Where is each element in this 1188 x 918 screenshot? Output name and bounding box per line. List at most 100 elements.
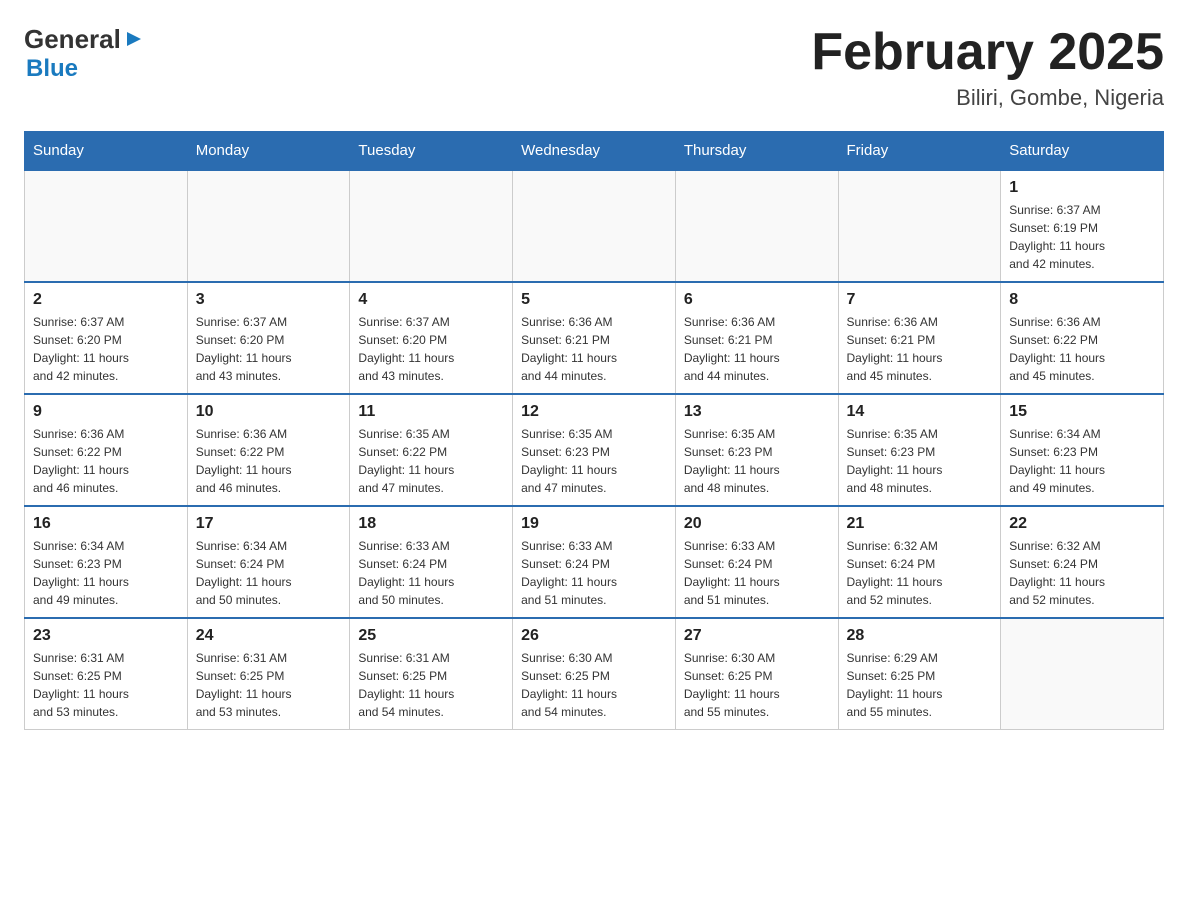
day-number: 12 [521,403,667,421]
header-monday: Monday [187,132,350,171]
day-info: Sunrise: 6:30 AMSunset: 6:25 PMDaylight:… [684,649,830,721]
day-info: Sunrise: 6:37 AMSunset: 6:20 PMDaylight:… [358,313,504,385]
day-number: 24 [196,627,342,645]
day-number: 11 [358,403,504,421]
day-number: 7 [847,291,993,309]
day-info: Sunrise: 6:30 AMSunset: 6:25 PMDaylight:… [521,649,667,721]
day-info: Sunrise: 6:31 AMSunset: 6:25 PMDaylight:… [358,649,504,721]
calendar-day: 1 Sunrise: 6:37 AMSunset: 6:19 PMDaylight… [1001,170,1164,282]
day-info: Sunrise: 6:32 AMSunset: 6:24 PMDaylight:… [847,537,993,609]
day-info: Sunrise: 6:33 AMSunset: 6:24 PMDaylight:… [521,537,667,609]
day-number: 10 [196,403,342,421]
day-info: Sunrise: 6:36 AMSunset: 6:22 PMDaylight:… [1009,313,1155,385]
day-number: 26 [521,627,667,645]
day-info: Sunrise: 6:36 AMSunset: 6:21 PMDaylight:… [521,313,667,385]
day-info: Sunrise: 6:35 AMSunset: 6:23 PMDaylight:… [847,425,993,497]
day-info: Sunrise: 6:34 AMSunset: 6:23 PMDaylight:… [33,537,179,609]
calendar-title: February 2025 [811,24,1164,81]
day-number: 27 [684,627,830,645]
header-saturday: Saturday [1001,132,1164,171]
header-sunday: Sunday [25,132,188,171]
day-number: 19 [521,515,667,533]
day-number: 3 [196,291,342,309]
calendar-week-3: 9 Sunrise: 6:36 AMSunset: 6:22 PMDaylight… [25,394,1164,506]
day-number: 8 [1009,291,1155,309]
day-number: 20 [684,515,830,533]
calendar-day: 17 Sunrise: 6:34 AMSunset: 6:24 PMDayligh… [187,506,350,618]
day-number: 1 [1009,179,1155,197]
header-tuesday: Tuesday [350,132,513,171]
day-number: 22 [1009,515,1155,533]
calendar-day: 18Sunrise: 6:33 AMSunset: 6:24 PMDayligh… [350,506,513,618]
day-number: 23 [33,627,179,645]
day-info: Sunrise: 6:35 AMSunset: 6:22 PMDaylight:… [358,425,504,497]
day-number: 4 [358,291,504,309]
calendar-day: 10 Sunrise: 6:36 AMSunset: 6:22 PMDayligh… [187,394,350,506]
day-number: 5 [521,291,667,309]
calendar-day: 14 Sunrise: 6:35 AMSunset: 6:23 PMDayligh… [838,394,1001,506]
calendar-day [838,170,1001,282]
calendar-day: 5 Sunrise: 6:36 AMSunset: 6:21 PMDaylight… [513,282,676,394]
day-info: Sunrise: 6:37 AMSunset: 6:20 PMDaylight:… [196,313,342,385]
calendar-week-2: 2 Sunrise: 6:37 AMSunset: 6:20 PMDaylight… [25,282,1164,394]
calendar-day: 9 Sunrise: 6:36 AMSunset: 6:22 PMDaylight… [25,394,188,506]
day-info: Sunrise: 6:32 AMSunset: 6:24 PMDaylight:… [1009,537,1155,609]
calendar-table: Sunday Monday Tuesday Wednesday Thursday… [24,131,1164,730]
day-info: Sunrise: 6:36 AMSunset: 6:22 PMDaylight:… [33,425,179,497]
calendar-day: 2 Sunrise: 6:37 AMSunset: 6:20 PMDaylight… [25,282,188,394]
day-info: Sunrise: 6:35 AMSunset: 6:23 PMDaylight:… [684,425,830,497]
day-info: Sunrise: 6:34 AMSunset: 6:23 PMDaylight:… [1009,425,1155,497]
calendar-day: 28 Sunrise: 6:29 AMSunset: 6:25 PMDayligh… [838,618,1001,730]
calendar-day [187,170,350,282]
calendar-day: 21Sunrise: 6:32 AMSunset: 6:24 PMDayligh… [838,506,1001,618]
calendar-day: 22 Sunrise: 6:32 AMSunset: 6:24 PMDayligh… [1001,506,1164,618]
calendar-day: 13Sunrise: 6:35 AMSunset: 6:23 PMDayligh… [675,394,838,506]
calendar-day [675,170,838,282]
day-info: Sunrise: 6:36 AMSunset: 6:22 PMDaylight:… [196,425,342,497]
header-friday: Friday [838,132,1001,171]
day-info: Sunrise: 6:34 AMSunset: 6:24 PMDaylight:… [196,537,342,609]
calendar-day: 4 Sunrise: 6:37 AMSunset: 6:20 PMDaylight… [350,282,513,394]
logo-arrow-icon [123,28,145,50]
calendar-day: 24 Sunrise: 6:31 AMSunset: 6:25 PMDayligh… [187,618,350,730]
calendar-day: 15 Sunrise: 6:34 AMSunset: 6:23 PMDayligh… [1001,394,1164,506]
day-number: 18 [358,515,504,533]
day-info: Sunrise: 6:29 AMSunset: 6:25 PMDaylight:… [847,649,993,721]
day-info: Sunrise: 6:36 AMSunset: 6:21 PMDaylight:… [847,313,993,385]
calendar-day: 3 Sunrise: 6:37 AMSunset: 6:20 PMDaylight… [187,282,350,394]
title-block: February 2025 Biliri, Gombe, Nigeria [811,24,1164,111]
weekday-header-row: Sunday Monday Tuesday Wednesday Thursday… [25,132,1164,171]
calendar-week-5: 23 Sunrise: 6:31 AMSunset: 6:25 PMDayligh… [25,618,1164,730]
calendar-day: 7 Sunrise: 6:36 AMSunset: 6:21 PMDaylight… [838,282,1001,394]
day-info: Sunrise: 6:37 AMSunset: 6:19 PMDaylight:… [1009,201,1155,273]
day-number: 2 [33,291,179,309]
day-number: 17 [196,515,342,533]
calendar-subtitle: Biliri, Gombe, Nigeria [811,85,1164,111]
calendar-day: 23 Sunrise: 6:31 AMSunset: 6:25 PMDayligh… [25,618,188,730]
header-thursday: Thursday [675,132,838,171]
day-number: 14 [847,403,993,421]
calendar-week-1: 1 Sunrise: 6:37 AMSunset: 6:19 PMDaylight… [25,170,1164,282]
calendar-day: 25Sunrise: 6:31 AMSunset: 6:25 PMDayligh… [350,618,513,730]
day-info: Sunrise: 6:37 AMSunset: 6:20 PMDaylight:… [33,313,179,385]
day-number: 28 [847,627,993,645]
page-header: General Blue February 2025 Biliri, Gombe… [24,24,1164,111]
day-info: Sunrise: 6:35 AMSunset: 6:23 PMDaylight:… [521,425,667,497]
calendar-day: 11 Sunrise: 6:35 AMSunset: 6:22 PMDayligh… [350,394,513,506]
calendar-day: 26 Sunrise: 6:30 AMSunset: 6:25 PMDayligh… [513,618,676,730]
day-number: 9 [33,403,179,421]
calendar-day [513,170,676,282]
day-number: 15 [1009,403,1155,421]
calendar-day: 16Sunrise: 6:34 AMSunset: 6:23 PMDayligh… [25,506,188,618]
calendar-week-4: 16Sunrise: 6:34 AMSunset: 6:23 PMDayligh… [25,506,1164,618]
calendar-day: 27 Sunrise: 6:30 AMSunset: 6:25 PMDayligh… [675,618,838,730]
day-info: Sunrise: 6:31 AMSunset: 6:25 PMDaylight:… [33,649,179,721]
day-info: Sunrise: 6:36 AMSunset: 6:21 PMDaylight:… [684,313,830,385]
logo: General Blue [24,24,145,83]
calendar-day: 6 Sunrise: 6:36 AMSunset: 6:21 PMDaylight… [675,282,838,394]
logo-general-text: General [24,24,121,55]
day-info: Sunrise: 6:31 AMSunset: 6:25 PMDaylight:… [196,649,342,721]
day-number: 6 [684,291,830,309]
calendar-day: 19 Sunrise: 6:33 AMSunset: 6:24 PMDayligh… [513,506,676,618]
calendar-day [25,170,188,282]
